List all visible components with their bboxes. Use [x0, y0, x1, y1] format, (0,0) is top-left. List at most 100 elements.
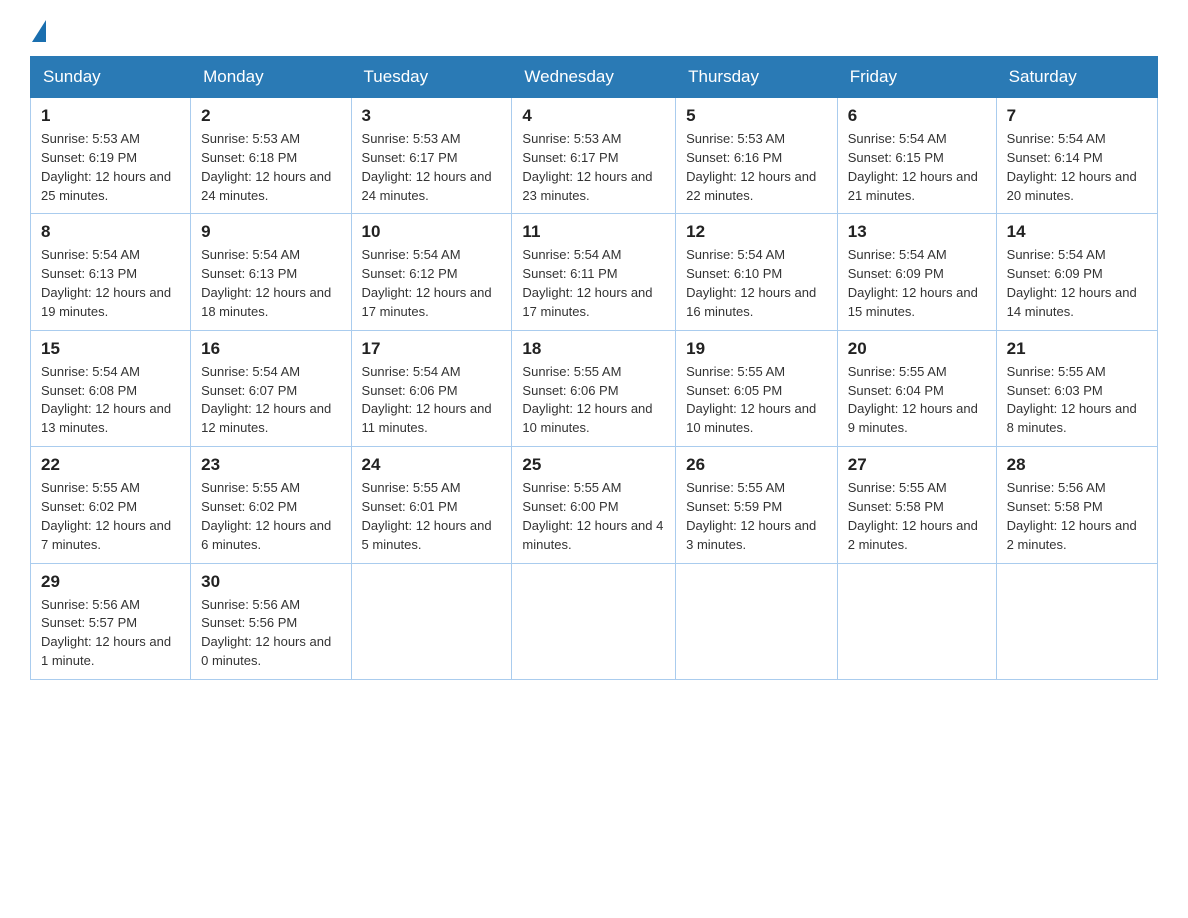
calendar-cell: 11 Sunrise: 5:54 AMSunset: 6:11 PMDayligh…: [512, 214, 676, 330]
calendar-week-row: 8 Sunrise: 5:54 AMSunset: 6:13 PMDaylight…: [31, 214, 1158, 330]
day-number: 18: [522, 339, 665, 359]
calendar-cell: [512, 563, 676, 679]
day-number: 11: [522, 222, 665, 242]
calendar-cell: [837, 563, 996, 679]
calendar-cell: 27Sunrise: 5:55 AMSunset: 5:58 PMDayligh…: [837, 447, 996, 563]
day-number: 5: [686, 106, 827, 126]
day-number: 21: [1007, 339, 1147, 359]
day-info: Sunrise: 5:53 AMSunset: 6:17 PMDaylight:…: [362, 130, 502, 205]
calendar-cell: [351, 563, 512, 679]
calendar-cell: 18 Sunrise: 5:55 AMSunset: 6:06 PMDayligh…: [512, 330, 676, 446]
day-info: Sunrise: 5:54 AMSunset: 6:10 PMDaylight:…: [686, 246, 827, 321]
calendar-cell: 3 Sunrise: 5:53 AMSunset: 6:17 PMDaylight…: [351, 98, 512, 214]
calendar-cell: 19 Sunrise: 5:55 AMSunset: 6:05 PMDayligh…: [676, 330, 838, 446]
calendar-cell: 4 Sunrise: 5:53 AMSunset: 6:17 PMDaylight…: [512, 98, 676, 214]
day-info: Sunrise: 5:53 AMSunset: 6:17 PMDaylight:…: [522, 130, 665, 205]
day-number: 22: [41, 455, 180, 475]
day-info: Sunrise: 5:55 AMSunset: 5:59 PMDaylight:…: [686, 479, 827, 554]
calendar-cell: 22 Sunrise: 5:55 AMSunset: 6:02 PMDayligh…: [31, 447, 191, 563]
day-header-wednesday: Wednesday: [512, 57, 676, 98]
day-info: Sunrise: 5:54 AMSunset: 6:08 PMDaylight:…: [41, 363, 180, 438]
day-info: Sunrise: 5:55 AMSunset: 6:06 PMDaylight:…: [522, 363, 665, 438]
calendar-cell: 15 Sunrise: 5:54 AMSunset: 6:08 PMDayligh…: [31, 330, 191, 446]
day-number: 2: [201, 106, 340, 126]
day-info: Sunrise: 5:54 AMSunset: 6:11 PMDaylight:…: [522, 246, 665, 321]
day-info: Sunrise: 5:54 AMSunset: 6:12 PMDaylight:…: [362, 246, 502, 321]
calendar-cell: 30 Sunrise: 5:56 AMSunset: 5:56 PMDayligh…: [191, 563, 351, 679]
calendar-header-row: SundayMondayTuesdayWednesdayThursdayFrid…: [31, 57, 1158, 98]
calendar-cell: [676, 563, 838, 679]
day-info: Sunrise: 5:55 AMSunset: 6:02 PMDaylight:…: [41, 479, 180, 554]
day-info: Sunrise: 5:55 AMSunset: 6:04 PMDaylight:…: [848, 363, 986, 438]
calendar-cell: 5 Sunrise: 5:53 AMSunset: 6:16 PMDaylight…: [676, 98, 838, 214]
day-info: Sunrise: 5:56 AMSunset: 5:58 PMDaylight:…: [1007, 479, 1147, 554]
day-number: 30: [201, 572, 340, 592]
calendar-week-row: 22 Sunrise: 5:55 AMSunset: 6:02 PMDayligh…: [31, 447, 1158, 563]
day-info: Sunrise: 5:53 AMSunset: 6:16 PMDaylight:…: [686, 130, 827, 205]
calendar-week-row: 1 Sunrise: 5:53 AMSunset: 6:19 PMDaylight…: [31, 98, 1158, 214]
day-header-thursday: Thursday: [676, 57, 838, 98]
day-number: 14: [1007, 222, 1147, 242]
day-number: 15: [41, 339, 180, 359]
day-info: Sunrise: 5:53 AMSunset: 6:18 PMDaylight:…: [201, 130, 340, 205]
day-number: 10: [362, 222, 502, 242]
day-number: 7: [1007, 106, 1147, 126]
day-info: Sunrise: 5:55 AMSunset: 6:02 PMDaylight:…: [201, 479, 340, 554]
calendar-cell: 23 Sunrise: 5:55 AMSunset: 6:02 PMDayligh…: [191, 447, 351, 563]
day-info: Sunrise: 5:54 AMSunset: 6:09 PMDaylight:…: [848, 246, 986, 321]
calendar-cell: 21 Sunrise: 5:55 AMSunset: 6:03 PMDayligh…: [996, 330, 1157, 446]
calendar-week-row: 29Sunrise: 5:56 AMSunset: 5:57 PMDayligh…: [31, 563, 1158, 679]
day-info: Sunrise: 5:54 AMSunset: 6:15 PMDaylight:…: [848, 130, 986, 205]
calendar-cell: 24Sunrise: 5:55 AMSunset: 6:01 PMDayligh…: [351, 447, 512, 563]
day-number: 20: [848, 339, 986, 359]
day-number: 8: [41, 222, 180, 242]
day-number: 12: [686, 222, 827, 242]
day-info: Sunrise: 5:55 AMSunset: 6:01 PMDaylight:…: [362, 479, 502, 554]
calendar-cell: 8 Sunrise: 5:54 AMSunset: 6:13 PMDaylight…: [31, 214, 191, 330]
calendar-cell: 17 Sunrise: 5:54 AMSunset: 6:06 PMDayligh…: [351, 330, 512, 446]
day-info: Sunrise: 5:54 AMSunset: 6:13 PMDaylight:…: [41, 246, 180, 321]
day-header-friday: Friday: [837, 57, 996, 98]
day-number: 17: [362, 339, 502, 359]
calendar-cell: 12 Sunrise: 5:54 AMSunset: 6:10 PMDayligh…: [676, 214, 838, 330]
day-number: 28: [1007, 455, 1147, 475]
calendar-table: SundayMondayTuesdayWednesdayThursdayFrid…: [30, 56, 1158, 680]
day-number: 23: [201, 455, 340, 475]
day-number: 4: [522, 106, 665, 126]
calendar-cell: 2 Sunrise: 5:53 AMSunset: 6:18 PMDaylight…: [191, 98, 351, 214]
calendar-cell: 7 Sunrise: 5:54 AMSunset: 6:14 PMDaylight…: [996, 98, 1157, 214]
day-number: 25: [522, 455, 665, 475]
day-number: 9: [201, 222, 340, 242]
day-header-saturday: Saturday: [996, 57, 1157, 98]
calendar-cell: 6 Sunrise: 5:54 AMSunset: 6:15 PMDaylight…: [837, 98, 996, 214]
day-number: 27: [848, 455, 986, 475]
day-number: 29: [41, 572, 180, 592]
day-header-sunday: Sunday: [31, 57, 191, 98]
day-info: Sunrise: 5:56 AMSunset: 5:56 PMDaylight:…: [201, 596, 340, 671]
day-info: Sunrise: 5:54 AMSunset: 6:14 PMDaylight:…: [1007, 130, 1147, 205]
calendar-cell: 20 Sunrise: 5:55 AMSunset: 6:04 PMDayligh…: [837, 330, 996, 446]
day-number: 6: [848, 106, 986, 126]
calendar-cell: 10 Sunrise: 5:54 AMSunset: 6:12 PMDayligh…: [351, 214, 512, 330]
day-info: Sunrise: 5:55 AMSunset: 6:03 PMDaylight:…: [1007, 363, 1147, 438]
day-header-tuesday: Tuesday: [351, 57, 512, 98]
logo: [30, 20, 48, 38]
day-info: Sunrise: 5:55 AMSunset: 6:05 PMDaylight:…: [686, 363, 827, 438]
day-info: Sunrise: 5:55 AMSunset: 6:00 PMDaylight:…: [522, 479, 665, 554]
calendar-cell: 26Sunrise: 5:55 AMSunset: 5:59 PMDayligh…: [676, 447, 838, 563]
calendar-cell: 16Sunrise: 5:54 AMSunset: 6:07 PMDayligh…: [191, 330, 351, 446]
calendar-week-row: 15 Sunrise: 5:54 AMSunset: 6:08 PMDayligh…: [31, 330, 1158, 446]
day-info: Sunrise: 5:54 AMSunset: 6:06 PMDaylight:…: [362, 363, 502, 438]
calendar-cell: 14Sunrise: 5:54 AMSunset: 6:09 PMDayligh…: [996, 214, 1157, 330]
day-number: 19: [686, 339, 827, 359]
day-number: 1: [41, 106, 180, 126]
calendar-cell: 1 Sunrise: 5:53 AMSunset: 6:19 PMDaylight…: [31, 98, 191, 214]
day-number: 3: [362, 106, 502, 126]
day-info: Sunrise: 5:53 AMSunset: 6:19 PMDaylight:…: [41, 130, 180, 205]
calendar-cell: 28 Sunrise: 5:56 AMSunset: 5:58 PMDayligh…: [996, 447, 1157, 563]
day-number: 13: [848, 222, 986, 242]
calendar-cell: 9 Sunrise: 5:54 AMSunset: 6:13 PMDaylight…: [191, 214, 351, 330]
day-info: Sunrise: 5:54 AMSunset: 6:13 PMDaylight:…: [201, 246, 340, 321]
calendar-cell: [996, 563, 1157, 679]
day-info: Sunrise: 5:54 AMSunset: 6:07 PMDaylight:…: [201, 363, 340, 438]
